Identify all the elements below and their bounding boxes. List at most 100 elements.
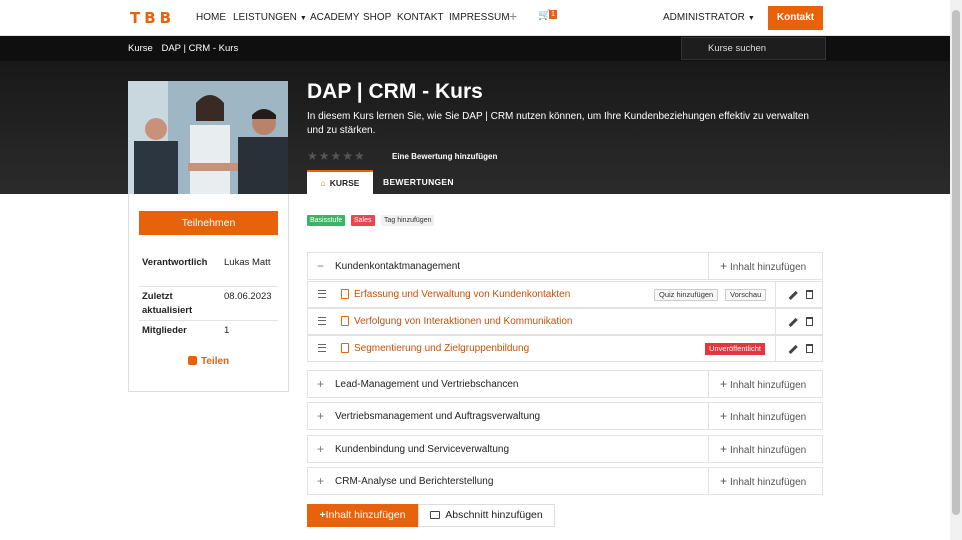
top-navbar: TBB HOME LEISTUNGEN ▼ ACADEMY SHOP KONTAK… (0, 0, 950, 36)
scrollbar-thumb[interactable] (952, 10, 960, 515)
document-icon (341, 343, 349, 353)
tag-basisstufe[interactable]: Basisstufe (307, 215, 346, 226)
breadcrumb: Kurse DAP | CRM - Kurs (128, 43, 238, 54)
nav-shop[interactable]: SHOP (363, 12, 391, 23)
updated-value: 08.06.2023 (224, 291, 272, 302)
course-image (128, 81, 288, 194)
add-rating-link[interactable]: Eine Bewertung hinzufügen (392, 152, 497, 161)
minus-icon[interactable]: − (317, 260, 324, 272)
share-icon (188, 356, 197, 365)
section-kundenbindung[interactable]: + Kundenbindung und Serviceverwaltung + I… (307, 435, 823, 463)
add-content-label: Inhalt hinzufügen (730, 445, 807, 456)
logo[interactable]: TBB (130, 9, 175, 27)
nav-leistungen-label: LEISTUNGEN (233, 12, 297, 23)
user-name: ADMINISTRATOR (663, 12, 745, 23)
lesson-row[interactable]: Verfolgung von Interaktionen und Kommuni… (307, 308, 823, 335)
add-content-button[interactable]: + Inhalt hinzufügen (708, 468, 822, 494)
nav-impressum[interactable]: IMPRESSUM (449, 12, 510, 23)
section-crm-analyse[interactable]: + CRM-Analyse und Berichterstellung + Inh… (307, 467, 823, 495)
plus-icon[interactable]: + (509, 8, 517, 24)
plus-icon[interactable]: + (317, 443, 324, 455)
section-kundenkontaktmanagement[interactable]: − Kundenkontaktmanagement + Inhalt hinzuf… (307, 252, 823, 280)
business-people-image (128, 81, 288, 194)
drag-handle-icon[interactable] (318, 344, 326, 352)
add-content-primary-label: Inhalt hinzufügen (325, 509, 406, 521)
edit-icon[interactable] (788, 344, 797, 353)
drag-handle-icon[interactable] (318, 290, 326, 298)
section-title: Lead-Management und Vertriebschancen (335, 379, 519, 390)
plus-icon: + (720, 442, 728, 456)
home-icon: ⌂ (320, 178, 326, 188)
trash-icon[interactable] (806, 344, 813, 353)
add-quiz-button[interactable]: Quiz hinzufügen (654, 289, 719, 301)
lesson-row[interactable]: Segmentierung und Zielgruppenbildung Unv… (307, 335, 823, 362)
edit-icon[interactable] (788, 317, 797, 326)
add-content-button[interactable]: + Inhalt hinzufügen (708, 403, 822, 429)
section-lead-management[interactable]: + Lead-Management und Vertriebschancen +… (307, 370, 823, 398)
drag-handle-icon[interactable] (318, 317, 326, 325)
section-title: CRM-Analyse und Berichterstellung (335, 476, 494, 487)
share-button[interactable]: Teilen (188, 356, 229, 367)
plus-icon[interactable]: + (317, 475, 324, 487)
section-title: Vertriebsmanagement und Auftragsverwaltu… (335, 411, 541, 422)
cart-count-badge: 1 (549, 10, 557, 19)
add-content-primary-button[interactable]: +Inhalt hinzufügen (307, 504, 418, 527)
edit-icon[interactable] (788, 290, 797, 299)
divider (139, 286, 278, 287)
add-content-label: Inhalt hinzufügen (730, 412, 807, 423)
lesson-title[interactable]: Segmentierung und Zielgruppenbildung (354, 343, 529, 354)
trash-icon[interactable] (806, 317, 813, 326)
members-value: 1 (224, 325, 230, 336)
folder-icon (430, 511, 441, 519)
plus-icon[interactable]: + (317, 378, 324, 390)
add-content-button[interactable]: + Inhalt hinzufügen (708, 371, 822, 397)
tab-courses[interactable]: ⌂ KURSE (307, 170, 373, 195)
add-content-label: Inhalt hinzufügen (730, 262, 807, 273)
lesson-title[interactable]: Verfolgung von Interaktionen und Kommuni… (354, 316, 572, 327)
divider (139, 320, 278, 321)
add-content-button[interactable]: + Inhalt hinzufügen (708, 253, 822, 279)
join-button[interactable]: Teilnehmen (139, 211, 278, 235)
unpublished-badge: Unveröffentlicht (705, 343, 765, 355)
breadcrumb-root[interactable]: Kurse (128, 43, 153, 54)
chevron-down-icon: ▼ (747, 15, 755, 22)
share-label: Teilen (201, 356, 230, 367)
nav-academy[interactable]: ACADEMY (310, 12, 359, 23)
document-icon (341, 289, 349, 299)
tab-courses-label: KURSE (329, 178, 360, 188)
nav-kontakt[interactable]: KONTAKT (397, 12, 443, 23)
document-icon (341, 316, 349, 326)
tab-reviews[interactable]: BEWERTUNGEN (383, 170, 454, 195)
lesson-row[interactable]: Erfassung und Verwaltung von Kundenkonta… (307, 281, 823, 308)
trash-icon[interactable] (806, 290, 813, 299)
plus-icon: + (720, 409, 728, 423)
members-label: Mitglieder (142, 325, 187, 336)
tag-sales[interactable]: Sales (351, 215, 375, 226)
user-menu[interactable]: ADMINISTRATOR ▼ (663, 12, 755, 23)
nav-home[interactable]: HOME (196, 12, 226, 23)
contact-button[interactable]: Kontakt (768, 6, 823, 30)
breadcrumb-current: DAP | CRM - Kurs (161, 43, 239, 54)
search-input[interactable]: Kurse suchen (681, 37, 826, 60)
plus-icon[interactable]: + (317, 410, 324, 422)
course-description: In diesem Kurs lernen Sie, wie Sie DAP |… (307, 111, 809, 136)
lesson-actions (775, 309, 822, 334)
lesson-title[interactable]: Erfassung und Verwaltung von Kundenkonta… (354, 289, 570, 300)
lesson-actions (775, 282, 822, 307)
add-content-label: Inhalt hinzufügen (730, 380, 807, 391)
add-tag-button[interactable]: Tag hinzufügen (381, 215, 435, 226)
add-content-button[interactable]: + Inhalt hinzufügen (708, 436, 822, 462)
responsible-label: Verantwortlich (142, 257, 208, 268)
rating-stars[interactable]: ★★★★★ (307, 149, 366, 163)
plus-icon: + (720, 474, 728, 488)
section-vertriebsmanagement[interactable]: + Vertriebsmanagement und Auftragsverwal… (307, 402, 823, 430)
nav-leistungen[interactable]: LEISTUNGEN ▼ (233, 12, 307, 23)
plus-icon: + (720, 377, 728, 391)
updated-label: Zuletzt aktualisiert (142, 291, 193, 316)
responsible-value: Lukas Matt (224, 257, 271, 268)
add-content-label: Inhalt hinzufügen (730, 477, 807, 488)
preview-button[interactable]: Vorschau (725, 289, 767, 301)
lesson-actions (775, 336, 822, 361)
section-title: Kundenbindung und Serviceverwaltung (335, 444, 510, 455)
add-section-button[interactable]: Abschnitt hinzufügen (418, 504, 555, 527)
